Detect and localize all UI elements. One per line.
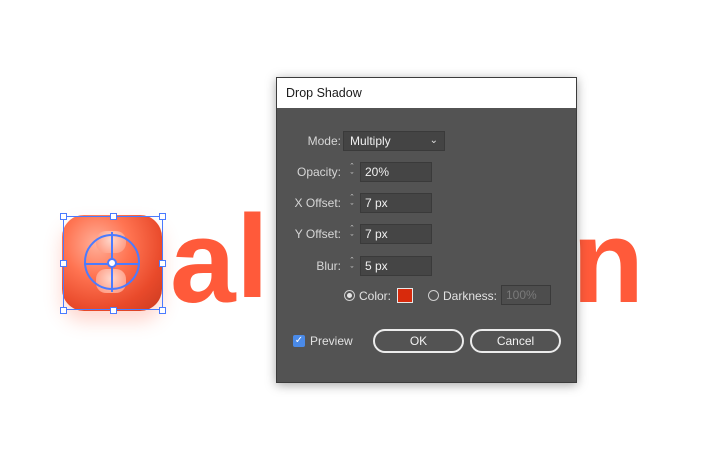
selection-handle-tl[interactable] — [60, 213, 67, 220]
blur-stepper-icon[interactable]: ˆˇ — [344, 256, 360, 276]
opacity-label: Opacity: — [296, 165, 341, 179]
ok-button[interactable]: OK — [373, 329, 464, 353]
x-offset-input[interactable]: 7 px — [360, 193, 432, 213]
mode-label: Mode: — [307, 134, 341, 148]
chevron-down-icon: ⌄ — [429, 135, 438, 146]
word-letter-n: n — [572, 196, 644, 328]
anchor-center-point[interactable] — [107, 258, 117, 268]
word-letter-a: a — [170, 196, 236, 328]
darkness-radio-label: Darkness: — [443, 289, 498, 303]
drop-shadow-dialog: Drop Shadow Mode: Multiply ⌄ Opacity: ˆˇ… — [276, 77, 577, 383]
dialog-title: Drop Shadow — [277, 78, 576, 108]
mode-select-value: Multiply — [350, 134, 391, 148]
x-offset-label: X Offset: — [294, 196, 341, 210]
color-radio-label: Color: — [359, 289, 392, 303]
selection-handle-ml[interactable] — [60, 260, 67, 267]
blur-label: Blur: — [316, 259, 341, 273]
selection-handle-bl[interactable] — [60, 307, 67, 314]
selection-handle-tr[interactable] — [159, 213, 166, 220]
y-offset-stepper-icon[interactable]: ˆˇ — [344, 224, 360, 244]
selection-handle-tc[interactable] — [110, 213, 117, 220]
opacity-stepper-icon[interactable]: ˆˇ — [344, 162, 360, 182]
selection-handle-mr[interactable] — [159, 260, 166, 267]
word-letter-l: l — [236, 191, 269, 323]
shadow-color-swatch[interactable] — [397, 288, 413, 303]
color-radio[interactable] — [344, 290, 355, 301]
mode-select[interactable]: Multiply ⌄ — [343, 131, 445, 151]
x-offset-stepper-icon[interactable]: ˆˇ — [344, 193, 360, 213]
y-offset-input[interactable]: 7 px — [360, 224, 432, 244]
darkness-radio[interactable] — [428, 290, 439, 301]
selection-handle-br[interactable] — [159, 307, 166, 314]
preview-label: Preview — [310, 334, 353, 348]
opacity-input[interactable]: 20% — [360, 162, 432, 182]
preview-checkbox[interactable]: ✓ — [293, 335, 305, 347]
blur-input[interactable]: 5 px — [360, 256, 432, 276]
y-offset-label: Y Offset: — [294, 227, 341, 241]
darkness-input: 100% — [501, 285, 551, 305]
selection-handle-bc[interactable] — [110, 307, 117, 314]
cancel-button[interactable]: Cancel — [470, 329, 561, 353]
